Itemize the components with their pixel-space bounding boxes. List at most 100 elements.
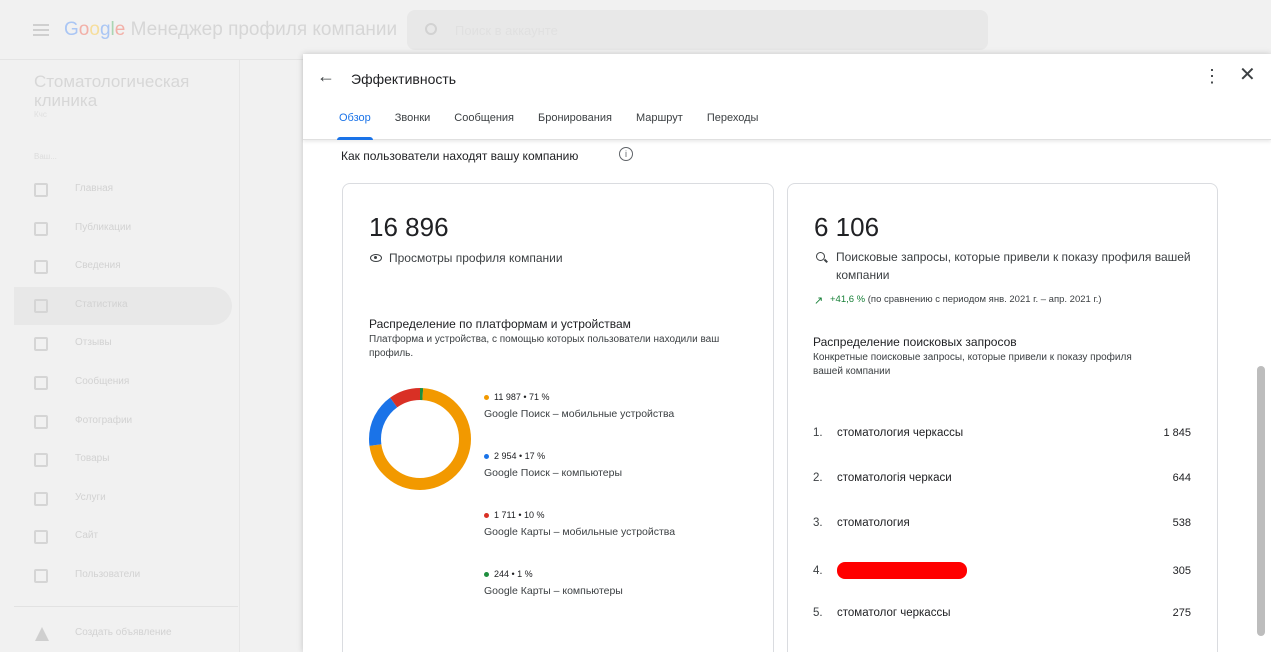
business-subtitle: Кчс — [34, 110, 47, 119]
messages-icon — [34, 376, 48, 390]
trend-text: +41,6 % (по сравнению с периодом янв. 20… — [830, 294, 1102, 305]
legend-dot — [484, 453, 489, 459]
business-name: Стоматологическая клиника — [34, 72, 190, 110]
query-count: 644 — [1172, 472, 1191, 484]
sidebar-item-label: Публикации — [75, 221, 132, 233]
legend-label: Google Поиск – компьютеры — [484, 467, 623, 479]
profile-views-label: Просмотры профиля компании — [389, 251, 563, 265]
profile-views-card: 16 896 Просмотры профиля компании Распре… — [342, 183, 774, 652]
sidebar-item-label: Сайт — [75, 530, 99, 542]
scrollbar[interactable] — [1257, 366, 1265, 636]
sidebar-item-1[interactable]: Публикации — [14, 210, 232, 248]
query-count: 1 845 — [1163, 427, 1191, 439]
sidebar-item-6[interactable]: Фотографии — [14, 403, 232, 441]
google-logo-text: Google — [64, 19, 126, 40]
trending-up-icon: ↗ — [814, 295, 824, 307]
legend-dot — [484, 571, 489, 577]
query-text: стоматолог черкассы — [837, 607, 951, 619]
legend-dot — [484, 512, 489, 518]
tab-5[interactable]: Переходы — [707, 112, 759, 140]
legend-value: 244 • 1 % — [494, 569, 533, 579]
sidebar-item-label: Статистика — [75, 298, 128, 310]
sidebar-item-5[interactable]: Сообщения — [14, 364, 232, 402]
search-queries-value: 6 106 — [814, 212, 880, 242]
sidebar-item-4[interactable]: Отзывы — [14, 325, 232, 363]
sidebar-item-label: Товары — [75, 453, 110, 465]
tab-1[interactable]: Звонки — [395, 112, 431, 140]
query-index: 1. — [813, 427, 823, 439]
search-icon — [425, 23, 437, 35]
query-dist-title: Распределение поисковых запросов — [813, 335, 1017, 349]
sidebar-item-8[interactable]: Услуги — [14, 480, 232, 518]
redaction-mark — [837, 562, 967, 579]
sidebar-item-0[interactable]: Главная — [14, 171, 232, 209]
legend-value-row: 244 • 1 % — [484, 569, 623, 579]
legend-item: 11 987 • 71 % Google Поиск – мобильные ус… — [484, 392, 674, 420]
tab-3[interactable]: Бронирования — [538, 112, 612, 140]
eye-icon — [370, 254, 382, 262]
sidebar-item-10[interactable]: Пользователи — [14, 557, 232, 595]
tab-2[interactable]: Сообщения — [454, 112, 514, 140]
trend-comparison: (по сравнению с периодом янв. 2021 г. – … — [865, 294, 1102, 305]
legend-value: 11 987 • 71 % — [494, 392, 550, 402]
query-row: 1. стоматология черкассы 1 845 — [813, 427, 1191, 439]
legend-value: 1 711 • 10 % — [494, 510, 545, 520]
search-queries-card: 6 106 Поисковые запросы, которые привели… — [787, 183, 1218, 652]
legend-dot — [484, 394, 489, 400]
sidebar-item-label: Сведения — [75, 260, 121, 272]
platform-donut-chart — [369, 388, 471, 490]
query-count: 305 — [1172, 564, 1191, 577]
panel-header: ← Эффективность ⋮ ✕ Обзор Звонки Сообщения… — [303, 54, 1271, 140]
menu-icon[interactable] — [33, 24, 49, 36]
sidebar: Стоматологическая клиника Кчс Ваш... Гла… — [0, 60, 240, 652]
search-icon — [816, 252, 825, 261]
query-row: 3. стоматология 538 — [813, 517, 1191, 529]
close-icon[interactable]: ✕ — [1239, 65, 1256, 85]
legend-item: 244 • 1 % Google Карты – компьютеры — [484, 569, 623, 597]
back-arrow-icon[interactable]: ← — [317, 66, 337, 86]
legend-value: 2 954 • 17 % — [494, 451, 546, 461]
tab-4[interactable]: Маршрут — [636, 112, 683, 140]
legend-label: Google Карты – мобильные устройства — [484, 526, 676, 538]
query-count: 538 — [1172, 517, 1191, 529]
tab-0[interactable]: Обзор — [337, 112, 373, 140]
brand-product: Менеджер профиля компании — [125, 19, 398, 40]
more-vert-icon[interactable]: ⋮ — [1203, 67, 1221, 85]
home-icon — [34, 183, 48, 197]
create-ad-link[interactable]: Создать объявление — [75, 627, 172, 638]
website-icon — [34, 530, 48, 545]
search-box[interactable]: Поиск в аккаунте — [407, 10, 988, 50]
insights-icon — [34, 298, 48, 313]
legend-item: 1 711 • 10 % Google Карты – мобильные уст… — [484, 510, 675, 538]
photos-icon — [34, 414, 48, 429]
info-store-icon — [34, 260, 48, 275]
sidebar-item-2[interactable]: Сведения — [14, 248, 232, 286]
app-header: Google Менеджер профиля компании Поиск в… — [0, 0, 1271, 60]
sidebar-item-label: Услуги — [75, 491, 106, 503]
legend-value-row: 11 987 • 71 % — [484, 392, 674, 402]
section-label: Ваш... — [34, 152, 57, 161]
section-title: Как пользователи находят вашу компанию — [341, 149, 579, 163]
tab-bar: Обзор Звонки Сообщения Бронирования Маршрут П… — [337, 112, 782, 140]
sidebar-item-label: Главная — [75, 183, 114, 194]
query-index: 4. — [813, 564, 823, 577]
legend-value-row: 1 711 • 10 % — [484, 510, 675, 520]
sidebar-item-label: Фотографии — [75, 414, 133, 426]
legend-value-row: 2 954 • 17 % — [484, 451, 622, 461]
query-index: 2. — [813, 472, 823, 484]
sidebar-divider — [14, 606, 238, 607]
sidebar-item-3[interactable]: Статистика — [14, 286, 232, 325]
products-icon — [34, 453, 48, 468]
ads-icon — [35, 627, 49, 641]
query-index: 3. — [813, 517, 823, 529]
query-text: стоматология — [837, 517, 910, 529]
sidebar-item-7[interactable]: Товары — [14, 441, 232, 479]
info-icon[interactable]: i — [619, 147, 633, 161]
panel-title: Эффективность — [351, 71, 457, 87]
query-row: 2. стоматологія черкаси 644 — [813, 472, 1191, 484]
query-row: 4. 305 — [813, 562, 1191, 579]
legend-label: Google Поиск – мобильные устройства — [484, 408, 675, 420]
sidebar-item-9[interactable]: Сайт — [14, 518, 232, 556]
sidebar-item-label: Сообщения — [75, 376, 130, 387]
query-row: 5. стоматолог черкассы 275 — [813, 607, 1191, 619]
